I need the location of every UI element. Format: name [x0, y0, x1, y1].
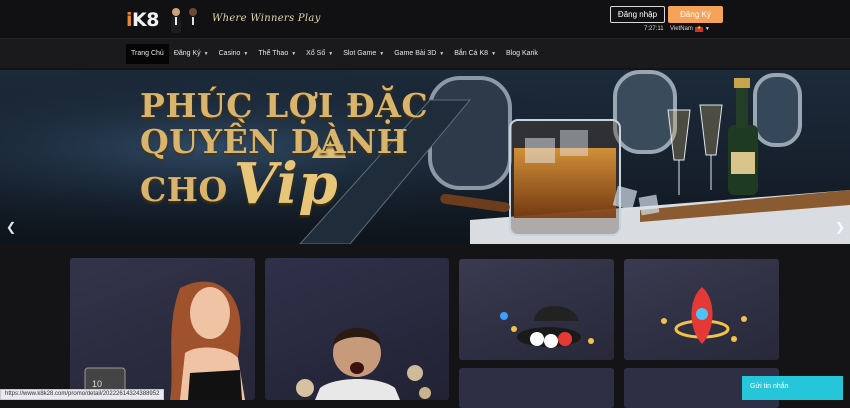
nav-item-slot-game[interactable]: Slot Game ▼	[338, 44, 389, 64]
nav-list: Trang Chủ Đăng Ký ▼ Casino ▼ Thể Thao ▼ Xổ …	[126, 44, 543, 64]
main-nav: Trang Chủ Đăng Ký ▼ Casino ▼ Thể Thao ▼ Xổ …	[0, 38, 850, 68]
nav-label: Bắn Cá K8	[454, 50, 489, 57]
chips-bowl-image	[500, 306, 594, 348]
nav-label: Game Bài 3D	[394, 50, 437, 57]
nav-item-register[interactable]: Đăng Ký ▼	[169, 44, 214, 64]
nav-label: Thể Thao	[258, 50, 289, 57]
nav-item-fishing-k8[interactable]: Bắn Cá K8 ▼	[449, 44, 501, 64]
nav-label: Đăng Ký	[173, 50, 201, 57]
caret-down-icon: ▼	[328, 51, 334, 57]
banner-line-3-prefix: CHO	[140, 170, 228, 209]
chevron-left-icon[interactable]: ❮	[6, 220, 16, 234]
nav-item-card-game-3d[interactable]: Game Bài 3D ▼	[389, 44, 449, 64]
clock: 7:27:11	[644, 26, 664, 32]
banner-line-1: PHÚC LỢI ĐẶC	[140, 86, 429, 125]
login-button[interactable]: Đăng nhập	[610, 6, 665, 23]
caret-down-icon: ▼	[439, 51, 445, 57]
nav-label: Slot Game	[343, 50, 377, 57]
language-selector[interactable]: VietNam ▼	[670, 25, 710, 33]
top-header: iK8 Where Winners Play Đăng nhập Đăng Ký…	[0, 0, 850, 38]
casino-card[interactable]: 10	[70, 258, 255, 400]
nav-label: Blog Karik	[506, 50, 538, 57]
footballer-image	[296, 328, 431, 400]
nav-item-casino[interactable]: Casino ▼	[214, 44, 254, 64]
card-game-card[interactable]	[459, 259, 614, 360]
nav-item-sports[interactable]: Thể Thao ▼	[253, 44, 301, 64]
ambassadors-image	[171, 8, 198, 33]
vietnam-flag-icon	[694, 25, 703, 32]
lottery-card[interactable]	[459, 368, 614, 408]
register-button[interactable]: Đăng Ký	[668, 6, 723, 23]
status-url: https://www.k8k28.com/promo/detail/20222…	[0, 389, 165, 400]
banner-title: PHÚC LỢI ĐẶC QUYỀN DÀNH CHO Vip	[140, 86, 429, 217]
nav-label: Casino	[218, 50, 241, 57]
send-message-button[interactable]: Gửi tin nhắn	[742, 376, 843, 400]
sports-card[interactable]	[265, 258, 449, 400]
game-grid: 10	[0, 244, 850, 408]
nav-item-blog-karik[interactable]: Blog Karik	[501, 44, 543, 64]
svg-text:10: 10	[92, 379, 102, 389]
language-label: VietNam	[670, 26, 693, 32]
banner-line-3: CHO Vip	[140, 151, 428, 217]
caret-down-icon: ▼	[203, 51, 209, 57]
nav-item-lottery[interactable]: Xổ Số ▼	[301, 44, 338, 64]
slogan: Where Winners Play	[212, 13, 321, 24]
slot-game-card[interactable]	[624, 259, 779, 360]
caret-down-icon: ▼	[491, 51, 497, 57]
rocket-image	[661, 287, 747, 344]
k8-logo[interactable]: iK8	[126, 9, 159, 31]
promo-banner[interactable]: PHÚC LỢI ĐẶC QUYỀN DÀNH CHO Vip ❮ ❯	[0, 70, 850, 244]
nav-item-home[interactable]: Trang Chủ	[126, 44, 169, 64]
caret-down-icon: ▼	[379, 51, 385, 57]
nav-label: Trang Chủ	[131, 50, 164, 57]
caret-down-icon: ▼	[291, 51, 297, 57]
dealer-image: 10	[84, 281, 245, 400]
chevron-down-icon: ▼	[704, 26, 710, 32]
caret-down-icon: ▼	[243, 51, 249, 57]
nav-label: Xổ Số	[306, 50, 326, 57]
chevron-right-icon[interactable]: ❯	[835, 220, 845, 234]
banner-vip-script: Vip	[233, 151, 339, 217]
